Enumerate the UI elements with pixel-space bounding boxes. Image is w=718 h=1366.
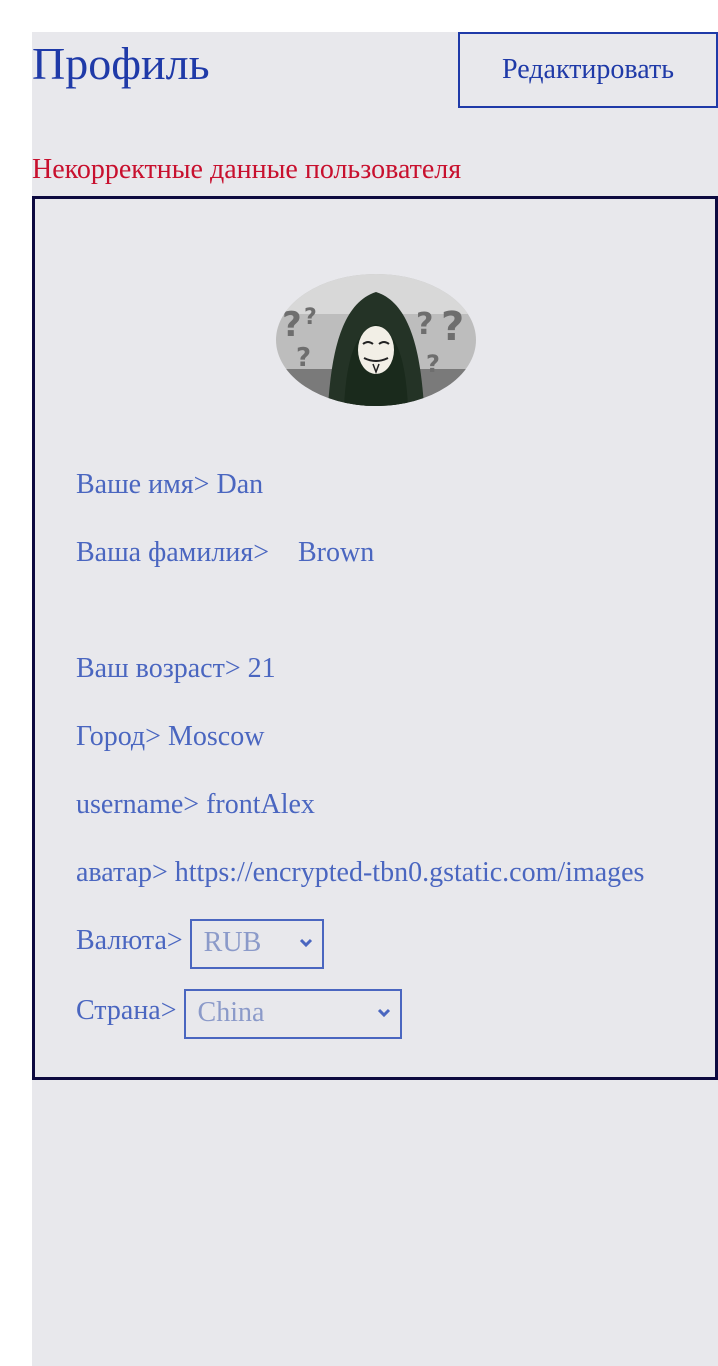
city-label: Город> (76, 721, 161, 752)
profile-page: Профиль Редактировать Некорректные данны… (32, 32, 718, 1366)
avatar-url-row: аватар> https://encrypted-tbn0.gstatic.c… (76, 849, 676, 897)
first-name-value: Dan (216, 469, 264, 500)
username-label: username> (76, 789, 200, 820)
avatar-image: ? ? ? ? ? ? ? (276, 274, 476, 406)
age-label: Ваш возраст> (76, 653, 241, 684)
city-row: Город> Moscow (76, 713, 676, 761)
avatar: ? ? ? ? ? ? ? (276, 274, 476, 406)
chevron-down-icon (377, 1008, 390, 1018)
currency-row: Валюта> RUB (76, 917, 676, 973)
avatar-url-value: https://encrypted-tbn0.gstatic.com/image… (174, 857, 645, 888)
edit-button[interactable]: Редактировать (458, 32, 718, 108)
country-select[interactable]: China (183, 989, 402, 1039)
last-name-row: Ваша фамилия> Brown (76, 529, 676, 577)
country-label: Страна> (76, 995, 177, 1026)
svg-text:?: ? (441, 304, 464, 350)
last-name-label: Ваша фамилия> (76, 537, 269, 568)
svg-text:?: ? (426, 350, 440, 378)
city-value: Moscow (167, 721, 265, 752)
svg-text:?: ? (296, 343, 311, 373)
chevron-down-icon (299, 938, 312, 948)
country-row: Страна> China (76, 987, 676, 1043)
age-value: 21 (247, 653, 276, 684)
username-row: username> frontAlex (76, 781, 676, 829)
currency-select[interactable]: RUB (189, 919, 324, 969)
age-row: Ваш возраст> 21 (76, 645, 676, 693)
currency-selected-value: RUB (203, 927, 262, 958)
country-selected-value: China (197, 997, 265, 1028)
first-name-label: Ваше имя> (76, 469, 210, 500)
avatar-url-label: аватар> (76, 857, 168, 888)
svg-text:?: ? (416, 307, 433, 342)
username-value: frontAlex (206, 789, 315, 820)
svg-text:?: ? (304, 305, 317, 330)
first-name-row: Ваше имя> Dan (76, 461, 676, 509)
last-name-value: Brown (298, 537, 375, 568)
page-title: Профиль (32, 38, 210, 89)
error-message: Некорректные данные пользователя (32, 154, 462, 185)
profile-card: ? ? ? ? ? ? ? Ваше имя> Dan Ва (32, 196, 718, 1080)
currency-label: Валюта> (76, 925, 183, 956)
svg-text:?: ? (282, 305, 302, 345)
